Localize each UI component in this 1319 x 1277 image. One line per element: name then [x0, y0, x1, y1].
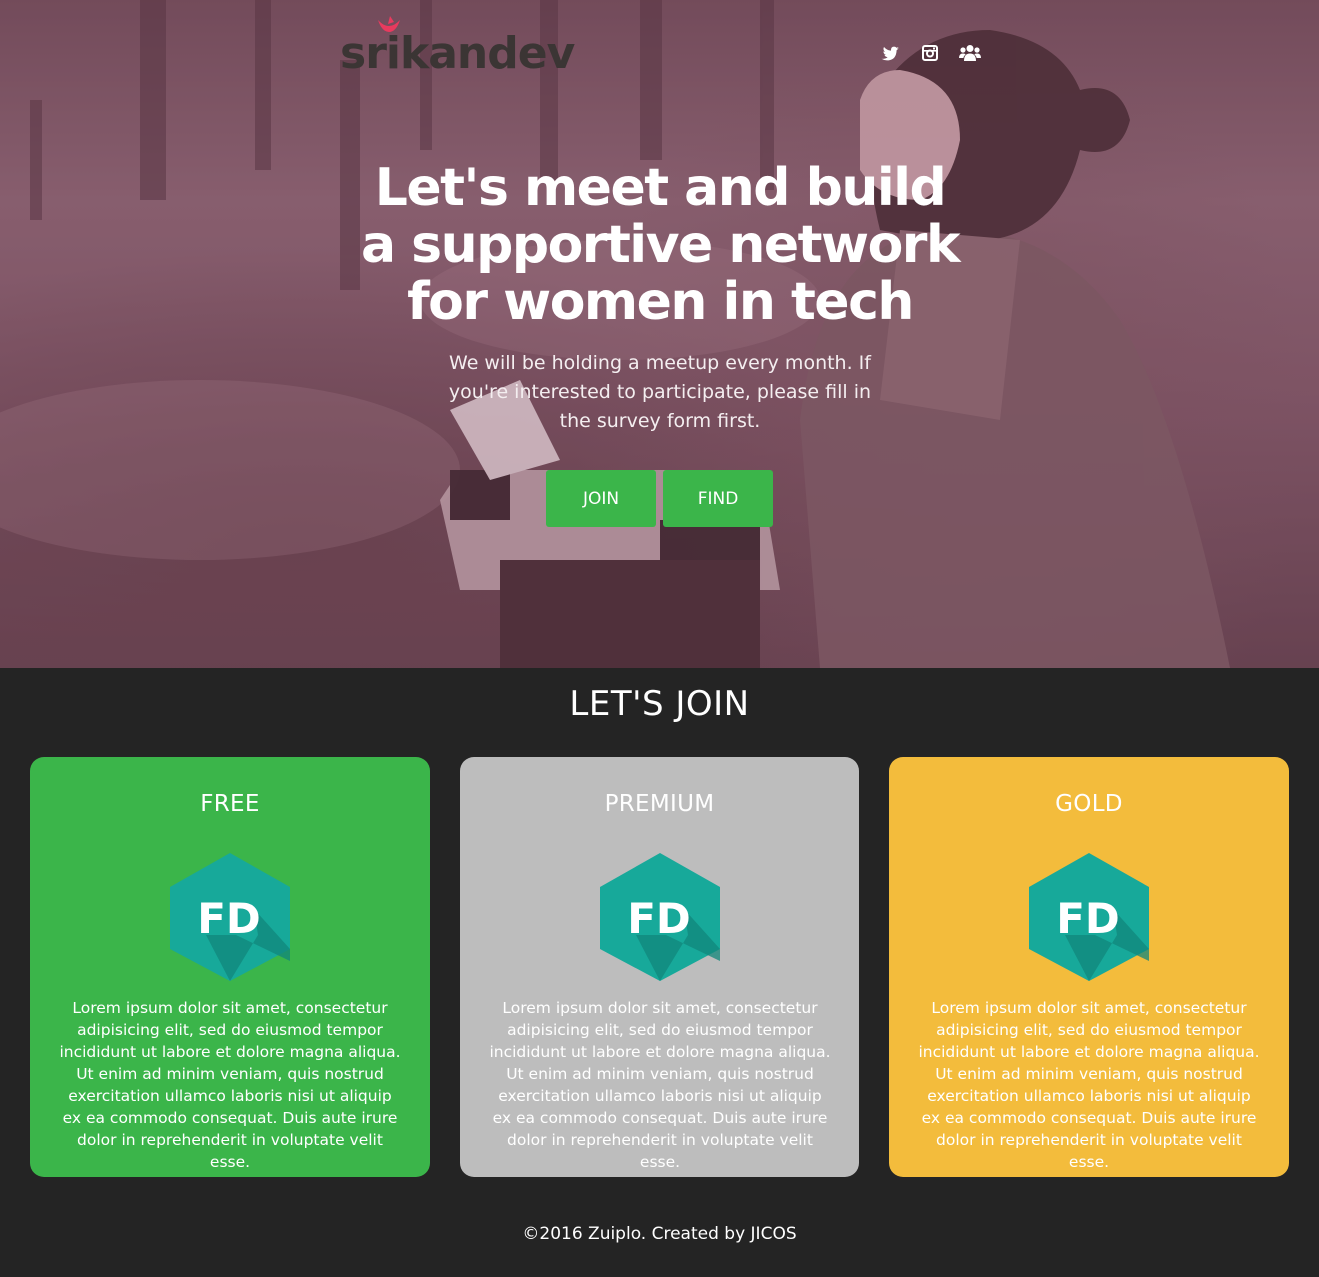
find-button[interactable]: FIND: [663, 470, 773, 527]
logo-heart-icon: [378, 16, 400, 32]
plan-card-free[interactable]: FREE FD Lorem ipsum dolor sit amet, cons…: [30, 757, 430, 1177]
plan-title: FREE: [200, 791, 260, 817]
twitter-icon[interactable]: [878, 42, 902, 64]
hero-headline: Let's meet and build a supportive networ…: [360, 158, 961, 332]
plan-card-premium[interactable]: PREMIUM FD Lorem ipsum dolor sit amet, c…: [460, 757, 859, 1177]
plan-title: GOLD: [1055, 791, 1123, 817]
section-title: LET'S JOIN: [569, 684, 750, 724]
plan-card-gold[interactable]: GOLD FD Lorem ipsum dolor sit amet, cons…: [889, 757, 1289, 1177]
plan-description: Lorem ipsum dolor sit amet, consectetur …: [489, 999, 831, 1171]
logo[interactable]: srikandev: [340, 26, 590, 82]
plan-description: Lorem ipsum dolor sit amet, consectetur …: [59, 999, 401, 1171]
hero-section: srikandev Let's meet and build a support…: [0, 0, 1319, 668]
svg-text:FD: FD: [197, 894, 261, 943]
hero-subtext: We will be holding a meetup every month.…: [448, 352, 872, 432]
fd-badge-icon: FD: [1029, 853, 1149, 981]
fd-badge-icon: FD: [170, 853, 290, 981]
plan-title: PREMIUM: [604, 791, 715, 817]
svg-text:FD: FD: [1056, 894, 1120, 943]
instagram-icon[interactable]: [918, 42, 942, 64]
footer-text: ©2016 Zuiplo. Created by JICOS: [522, 1224, 797, 1244]
group-icon[interactable]: [956, 42, 984, 64]
fd-badge-icon: FD: [600, 853, 720, 981]
join-button[interactable]: JOIN: [546, 470, 656, 527]
svg-text:FD: FD: [627, 894, 691, 943]
hero-overlay: [0, 0, 1319, 668]
plan-description: Lorem ipsum dolor sit amet, consectetur …: [918, 999, 1260, 1171]
